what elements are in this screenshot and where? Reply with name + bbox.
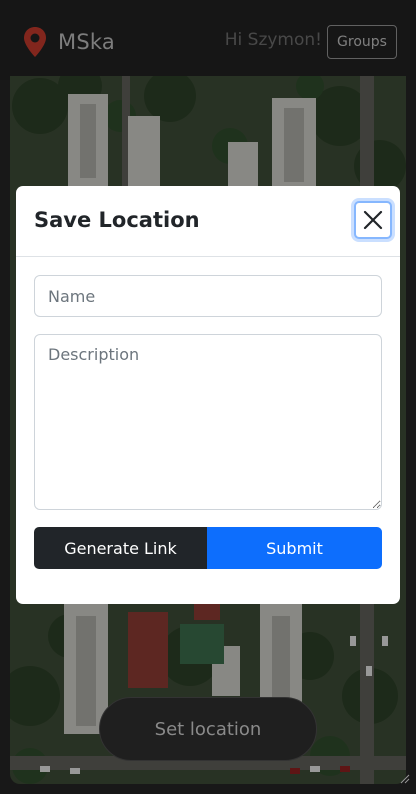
name-input[interactable] xyxy=(34,275,382,317)
app-frame: MSka Hi Szymon! Groups Save Location Nam… xyxy=(0,0,416,794)
close-button[interactable] xyxy=(354,201,392,239)
modal-title: Save Location xyxy=(34,208,200,232)
modal-header: Save Location xyxy=(16,186,400,257)
save-location-modal: Save Location Generate Link Submit xyxy=(16,186,400,604)
generate-link-button[interactable]: Generate Link xyxy=(34,527,207,569)
modal-action-buttons: Generate Link Submit xyxy=(34,527,382,569)
close-icon xyxy=(363,210,383,230)
description-textarea[interactable] xyxy=(34,334,382,510)
submit-button[interactable]: Submit xyxy=(207,527,382,569)
resize-grip-icon[interactable] xyxy=(398,772,410,784)
set-location-button[interactable]: Set location xyxy=(99,697,317,761)
